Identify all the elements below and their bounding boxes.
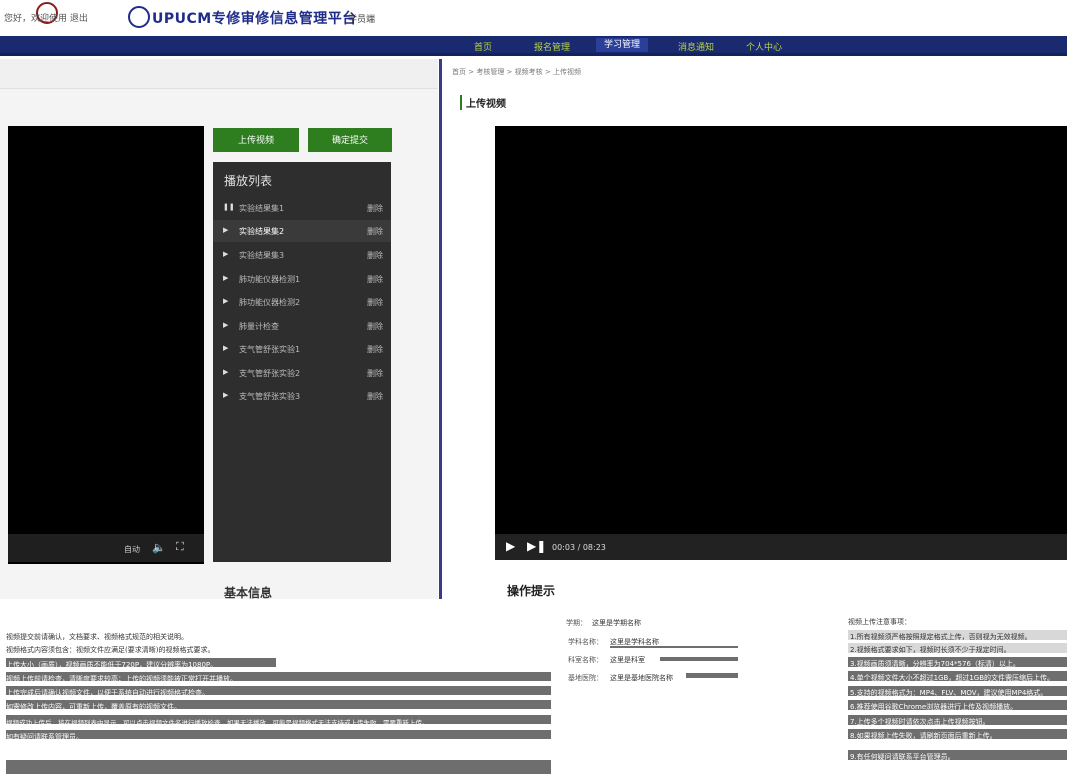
playlist-item-name: 实验结果集3 <box>239 251 285 260</box>
nav-home[interactable]: 首页 <box>474 40 492 53</box>
pause-icon: ❚❚ <box>223 203 235 211</box>
field-label: 学期： <box>566 619 587 627</box>
upload-video-button[interactable]: 上传视频 <box>213 128 299 152</box>
note-line: 1.所有视频须严格按照规定格式上传，否则视为无效视频。 <box>850 633 1032 641</box>
play-icon: ▶ <box>223 391 229 399</box>
play-icon: ▶ <box>223 321 229 329</box>
playlist-item-name: 实验结果集2 <box>239 227 285 236</box>
field-underline <box>660 657 738 661</box>
breadcrumb: 首页 > 考核管理 > 视频考核 > 上传视频 <box>452 68 581 76</box>
page-title: 上传视频 <box>460 95 506 110</box>
note-line: 7.上传多个视频时请依次点击上传视频按钮。 <box>850 718 990 726</box>
delete-link[interactable]: 删除 <box>367 274 383 285</box>
tip-line: 上传大小（画质），视频画质不能低于720P，建议分辨率为1080P。 <box>6 661 218 669</box>
play-icon: ▶ <box>223 344 229 352</box>
playlist-item[interactable]: ▶ 实验结果集2 删除 <box>213 220 391 242</box>
video-time: 00:03 / 08:23 <box>552 543 606 552</box>
tip-line: 视频成功上传后，将在视频列表中显示，可以点击视频文件名进行播放检查，如果无法播放… <box>6 719 429 727</box>
playlist-item[interactable]: ▶ 实验结果集3 删除 <box>213 244 391 266</box>
next-icon[interactable]: ▶❚ <box>527 539 546 553</box>
note-line: 9.有任何疑问请联系平台管理员。 <box>850 753 955 761</box>
tip-line: 视频提交前请确认，文档要求、视频格式规范的相关说明。 <box>6 633 188 641</box>
basic-info-title: 基本信息 <box>224 586 273 600</box>
field-value: 这里是基地医院名称 <box>610 674 673 682</box>
left-video-player[interactable] <box>8 126 204 564</box>
delete-link[interactable]: 删除 <box>367 391 383 402</box>
note-line: 3.视频画质须清晰，分辨率为704*576（标清）以上。 <box>850 660 1020 668</box>
video-player[interactable] <box>495 126 1067 536</box>
delete-link[interactable]: 删除 <box>367 203 383 214</box>
role-label: 学员端 <box>348 15 376 25</box>
note-line: 5.支持的视频格式为：MP4、FLV、MOV，建议使用MP4格式。 <box>850 689 1048 697</box>
note-line: 4.单个视频文件大小不超过1GB，超过1GB的文件需压缩后上传。 <box>850 674 1055 682</box>
platform-logo-icon <box>128 6 150 28</box>
platform-title: UPUCM专修审修信息管理平台 <box>152 11 357 27</box>
play-icon: ▶ <box>223 250 229 258</box>
tip-line: 如需修改上传内容，可重新上传，覆盖原有的视频文件。 <box>6 703 181 711</box>
left-breadcrumb-bar <box>0 59 438 89</box>
auto-quality-button[interactable]: 自动 <box>124 544 140 555</box>
nav-study[interactable]: 学习管理 <box>596 38 649 52</box>
field-label: 学科名称： <box>568 638 603 646</box>
playlist-item-name: 支气管舒张实验2 <box>239 369 301 378</box>
volume-icon[interactable]: 🔈 <box>152 541 166 554</box>
note-line: 6.推荐使用谷歌Chrome浏览器进行上传及视频播放。 <box>850 703 1018 711</box>
tip-line: 视频格式内容须包含：视频文件应满足(要求清晰)的视频格式要求。 <box>6 646 215 654</box>
playlist-item-name: 肺功能仪器检测2 <box>239 298 301 307</box>
panel-divider <box>439 59 442 599</box>
nav-profile[interactable]: 个人中心 <box>746 40 782 53</box>
play-icon: ▶ <box>223 368 229 376</box>
playlist-item-name: 肺功能仪器检测1 <box>239 275 301 284</box>
confirm-submit-button[interactable]: 确定提交 <box>308 128 392 152</box>
tip-line: 上传完成后请确认视频文件，以便于系统自动进行视频格式检查。 <box>6 689 209 697</box>
main-nav: 首页 报名管理 学习管理 消息通知 个人中心 <box>0 36 1067 56</box>
field-underline <box>686 673 738 678</box>
note-line: 8.如果视频上传失败，请刷新页面后重新上传。 <box>850 732 997 740</box>
play-icon: ▶ <box>223 226 229 234</box>
field-value: 这里是学期名称 <box>592 619 641 627</box>
field-label: 基地医院： <box>568 674 603 682</box>
playlist-item[interactable]: ▶ 肺量计检查 删除 <box>213 315 391 337</box>
play-icon: ▶ <box>223 297 229 305</box>
fullscreen-icon[interactable]: ⛶ <box>176 540 184 554</box>
field-label: 科室名称： <box>568 656 603 664</box>
nav-enrollment[interactable]: 报名管理 <box>534 40 570 53</box>
tip-line: 如有疑问请联系管理员。 <box>6 733 83 741</box>
tips-title: 操作提示 <box>507 584 556 598</box>
tip-bar <box>6 760 551 774</box>
delete-link[interactable]: 删除 <box>367 368 383 379</box>
play-icon[interactable]: ▶ <box>506 539 515 553</box>
playlist-item[interactable]: ▶ 支气管舒张实验1 删除 <box>213 338 391 360</box>
playlist-item-name: 支气管舒张实验1 <box>239 345 301 354</box>
notes-title: 视频上传注意事项： <box>848 618 911 626</box>
playlist-item-name: 支气管舒张实验3 <box>239 392 301 401</box>
note-line: 2.视频格式要求如下，视频时长须不少于规定时间。 <box>850 646 1011 654</box>
playlist-item[interactable]: ▶ 肺功能仪器检测1 删除 <box>213 268 391 290</box>
field-underline <box>610 646 738 648</box>
playlist-item[interactable]: ▶ 支气管舒张实验3 删除 <box>213 385 391 407</box>
delete-link[interactable]: 删除 <box>367 226 383 237</box>
left-video-controls <box>8 534 204 562</box>
playlist-item[interactable]: ❚❚ 实验结果集1 删除 <box>213 197 391 219</box>
nav-messages[interactable]: 消息通知 <box>678 40 714 53</box>
playlist-item[interactable]: ▶ 支气管舒张实验2 删除 <box>213 362 391 384</box>
play-icon: ▶ <box>223 274 229 282</box>
delete-link[interactable]: 删除 <box>367 297 383 308</box>
playlist-item-name: 实验结果集1 <box>239 204 285 213</box>
tip-line: 视频上传前请检查，清晰度要求较高；上传的视频须能被正常打开并播放。 <box>6 675 237 683</box>
delete-link[interactable]: 删除 <box>367 344 383 355</box>
playlist-item[interactable]: ▶ 肺功能仪器检测2 删除 <box>213 291 391 313</box>
playlist-item-name: 肺量计检查 <box>239 322 279 331</box>
welcome-text: 您好，欢迎使用 退出 <box>4 14 88 24</box>
field-value: 这里是科室 <box>610 656 645 664</box>
playlist-title: 播放列表 <box>224 174 273 188</box>
delete-link[interactable]: 删除 <box>367 250 383 261</box>
tip-bar <box>6 730 551 739</box>
delete-link[interactable]: 删除 <box>367 321 383 332</box>
